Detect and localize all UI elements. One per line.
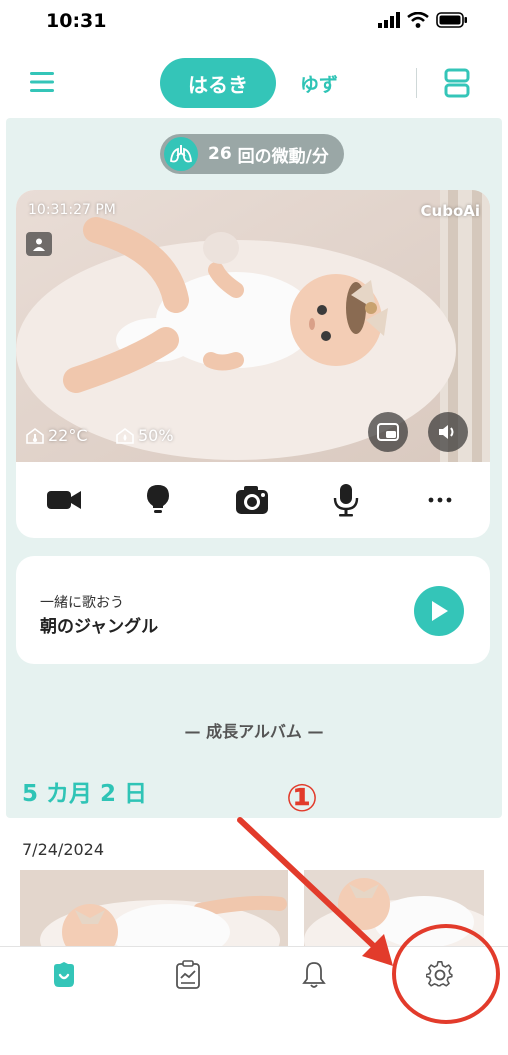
nav-notifications[interactable] — [298, 959, 330, 991]
nav-report[interactable] — [172, 959, 204, 991]
more-icon — [428, 497, 452, 503]
lungs-icon — [164, 137, 198, 171]
home-icon — [54, 962, 74, 987]
album-heading: — 成長アルバム — — [184, 722, 324, 741]
song-subtitle: 一緒に歌おう — [40, 595, 124, 611]
profile-icon[interactable] — [26, 232, 52, 256]
bottom-nav — [0, 946, 508, 1055]
album-photo[interactable] — [304, 870, 484, 956]
light-icon — [147, 485, 169, 513]
song-card[interactable]: 一緒に歌おう 朝のジャングル — [16, 556, 490, 664]
play-icon — [432, 601, 448, 621]
layout-switch-icon[interactable] — [444, 68, 470, 98]
live-video[interactable]: 10:31:27 PM CuboAi 22°C 50% — [16, 190, 490, 462]
baby-photo-thumbnail — [20, 870, 288, 956]
report-icon — [176, 960, 200, 989]
baby-in-crib-illustration — [16, 190, 490, 462]
record-button[interactable] — [42, 478, 86, 522]
tab-haruki[interactable]: はるき — [160, 58, 276, 108]
pip-icon — [377, 423, 399, 441]
wifi-icon — [407, 12, 429, 28]
microphone-icon — [333, 484, 359, 517]
battery-icon — [436, 12, 467, 28]
signal-icon — [378, 12, 400, 28]
notification-icon — [302, 962, 326, 988]
brand-logo: CuboAi — [420, 202, 480, 220]
song-title: 朝のジャングル — [40, 617, 159, 637]
snapshot-button[interactable] — [230, 478, 274, 522]
breathing-unit: 回の微動/分 — [237, 146, 329, 167]
tab-yuzu[interactable]: ゆず — [300, 70, 338, 97]
play-button[interactable] — [414, 586, 464, 636]
status-icons — [378, 12, 468, 28]
album-date: 7/24/2024 — [22, 840, 105, 859]
breathing-count: 26 — [208, 144, 232, 164]
temperature-icon — [26, 427, 44, 444]
night-light-button[interactable] — [136, 478, 180, 522]
pip-button[interactable] — [368, 412, 408, 452]
humidity-value: 50% — [138, 426, 174, 445]
nav-settings[interactable] — [424, 959, 456, 991]
microphone-button[interactable] — [324, 478, 368, 522]
camera-card: 10:31:27 PM CuboAi 22°C 50% — [16, 190, 490, 538]
settings-icon — [426, 961, 453, 987]
temperature-readout: 22°C — [26, 426, 88, 445]
nav-home[interactable] — [48, 959, 80, 991]
sound-button[interactable] — [428, 412, 468, 452]
record-icon — [47, 491, 81, 509]
humidity-readout: 50% — [116, 426, 174, 445]
speaker-icon — [439, 425, 454, 439]
menu-icon[interactable] — [30, 70, 54, 94]
humidity-icon — [116, 427, 134, 444]
status-time: 10:31 — [46, 10, 107, 32]
baby-photo-thumbnail — [304, 870, 484, 956]
annotation-marker: ① — [286, 776, 319, 820]
video-timestamp: 10:31:27 PM — [28, 202, 116, 218]
baby-age: 5 カ月 2 日 — [22, 781, 148, 807]
header-divider — [416, 68, 417, 98]
temperature-value: 22°C — [48, 426, 88, 445]
more-button[interactable] — [418, 478, 462, 522]
breathing-indicator[interactable]: 26 回の微動/分 — [160, 134, 344, 174]
album-photo[interactable] — [20, 870, 288, 956]
snapshot-icon — [236, 486, 268, 514]
